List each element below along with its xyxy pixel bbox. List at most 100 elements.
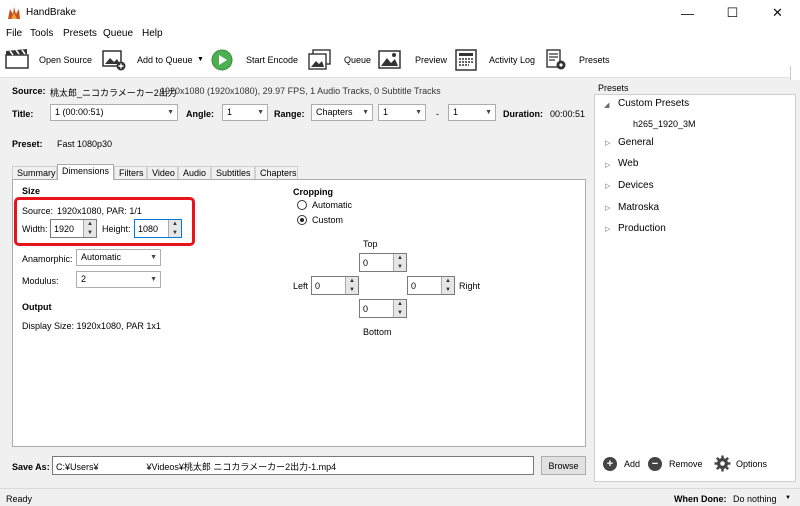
crop-bottom-value: 0 <box>363 304 369 314</box>
when-done-label: When Done: <box>674 494 727 504</box>
add-to-queue-button[interactable]: Add to Queue ▼ <box>102 46 206 74</box>
expand-closed-icon[interactable]: ▷ <box>605 182 610 190</box>
plus-icon: + <box>603 457 617 471</box>
activity-log-label: Activity Log <box>489 55 536 65</box>
chevron-down-icon: ▼ <box>785 495 791 501</box>
range-start-select[interactable]: 1 ▼ <box>378 104 426 121</box>
menu-tools[interactable]: Tools <box>30 28 53 39</box>
spin-down-icon[interactable]: ▼ <box>441 285 454 294</box>
preset-label: Preset: <box>12 139 43 149</box>
tab-dimensions[interactable]: Dimensions <box>57 164 114 180</box>
remove-preset-label: Remove <box>669 459 703 469</box>
preset-group-devices[interactable]: Devices <box>618 180 654 191</box>
preset-group-matroska[interactable]: Matroska <box>618 202 659 213</box>
remove-preset-button[interactable]: − Remove <box>648 456 706 472</box>
menu-help[interactable]: Help <box>142 28 163 39</box>
crop-top-value: 0 <box>363 258 369 268</box>
duration-label: Duration: <box>503 109 543 119</box>
toolbar: Open Source Add to Queue ▼ Start Encode … <box>0 42 800 78</box>
gear-icon <box>714 455 731 472</box>
title-label: Title: <box>12 109 34 119</box>
when-done-value: Do nothing <box>733 494 777 504</box>
window-title: HandBrake <box>26 7 77 18</box>
preset-group-custom[interactable]: Custom Presets <box>618 98 689 109</box>
crop-left-input[interactable]: 0 ▲ ▼ <box>311 276 359 295</box>
range-type-select[interactable]: Chapters ▼ <box>311 104 373 121</box>
highlight-box <box>14 197 195 246</box>
start-encode-label: Start Encode <box>246 55 299 65</box>
crop-left-label: Left <box>293 281 309 291</box>
chevron-down-icon: ▼ <box>257 109 264 116</box>
tab-summary[interactable]: Summary <box>12 166 57 180</box>
crop-automatic-label[interactable]: Automatic <box>312 200 352 210</box>
title-select[interactable]: 1 (00:00:51) ▼ <box>50 104 178 121</box>
expand-open-icon[interactable]: ◢ <box>604 101 609 109</box>
close-button[interactable]: ✕ <box>755 0 800 26</box>
start-encode-button[interactable]: Start Encode <box>210 46 300 74</box>
spin-down-icon[interactable]: ▼ <box>393 262 406 271</box>
preset-group-production[interactable]: Production <box>618 223 666 234</box>
anamorphic-select[interactable]: Automatic ▼ <box>76 249 161 266</box>
expand-closed-icon[interactable]: ▷ <box>605 139 610 147</box>
save-as-input[interactable]: C:¥Users¥ ¥Videos¥桃太郎 ニコカラメーカー2出力-1.mp4 <box>52 456 534 475</box>
crop-right-label: Right <box>459 281 481 291</box>
preset-group-general[interactable]: General <box>618 137 654 148</box>
modulus-select[interactable]: 2 ▼ <box>76 271 161 288</box>
maximize-button[interactable]: ☐ <box>710 0 755 26</box>
presets-button[interactable]: Presets <box>545 46 615 74</box>
menu-queue[interactable]: Queue <box>103 28 133 39</box>
dropdown-arrow-icon[interactable]: ▼ <box>197 56 204 63</box>
tab-filters[interactable]: Filters <box>114 166 147 180</box>
spin-down-icon[interactable]: ▼ <box>393 308 406 317</box>
duration-value: 00:00:51 <box>550 109 586 119</box>
preset-value: Fast 1080p30 <box>57 139 113 149</box>
spin-down-icon[interactable]: ▼ <box>345 285 358 294</box>
range-end-value: 1 <box>453 107 459 117</box>
preset-group-web[interactable]: Web <box>618 158 638 169</box>
crop-custom-radio[interactable] <box>297 215 307 225</box>
when-done-select[interactable]: Do nothing ▼ <box>733 492 795 506</box>
range-type-value: Chapters <box>316 107 353 117</box>
angle-select[interactable]: 1 ▼ <box>222 104 268 121</box>
minimize-button[interactable]: — <box>665 0 710 26</box>
tab-video[interactable]: Video <box>147 166 178 180</box>
open-source-label: Open Source <box>39 55 93 65</box>
crop-top-label: Top <box>363 239 378 249</box>
crop-automatic-radio[interactable] <box>297 200 307 210</box>
toolbar-overflow[interactable] <box>790 66 800 80</box>
browse-button[interactable]: Browse <box>541 456 586 475</box>
add-preset-button[interactable]: + Add <box>603 456 643 472</box>
film-clapper-icon <box>5 49 29 69</box>
tab-chapters[interactable]: Chapters <box>255 166 298 180</box>
menu-file[interactable]: File <box>6 28 22 39</box>
output-heading: Output <box>22 302 52 312</box>
crop-left-value: 0 <box>315 281 321 291</box>
range-end-select[interactable]: 1 ▼ <box>448 104 496 121</box>
crop-top-input[interactable]: 0 ▲ ▼ <box>359 253 407 272</box>
crop-bottom-label: Bottom <box>363 327 392 337</box>
range-label: Range: <box>274 109 305 119</box>
preset-options-button[interactable]: Options <box>714 455 774 473</box>
minus-icon: − <box>648 457 662 471</box>
queue-button[interactable]: Queue <box>308 46 372 74</box>
range-dash: - <box>436 109 439 119</box>
menu-presets[interactable]: Presets <box>63 28 97 39</box>
crop-custom-label[interactable]: Custom <box>312 215 343 225</box>
chevron-down-icon: ▼ <box>150 254 157 261</box>
tab-subtitles[interactable]: Subtitles <box>211 166 255 180</box>
tab-audio[interactable]: Audio <box>178 166 211 180</box>
open-source-button[interactable]: Open Source <box>4 46 94 74</box>
expand-closed-icon[interactable]: ▷ <box>605 225 610 233</box>
chevron-down-icon: ▼ <box>485 109 492 116</box>
stacked-images-icon <box>308 49 332 71</box>
crop-bottom-input[interactable]: 0 ▲ ▼ <box>359 299 407 318</box>
preset-item-custom[interactable]: h265_1920_3M <box>633 119 696 129</box>
display-size: Display Size: 1920x1080, PAR 1x1 <box>22 321 161 331</box>
expand-closed-icon[interactable]: ▷ <box>605 161 610 169</box>
expand-closed-icon[interactable]: ▷ <box>605 204 610 212</box>
preview-button[interactable]: Preview <box>378 46 448 74</box>
queue-label: Queue <box>344 55 372 65</box>
activity-log-button[interactable]: Activity Log <box>455 46 540 74</box>
crop-right-input[interactable]: 0 ▲ ▼ <box>407 276 455 295</box>
menu-bar: File Tools Presets Queue Help <box>0 26 800 42</box>
